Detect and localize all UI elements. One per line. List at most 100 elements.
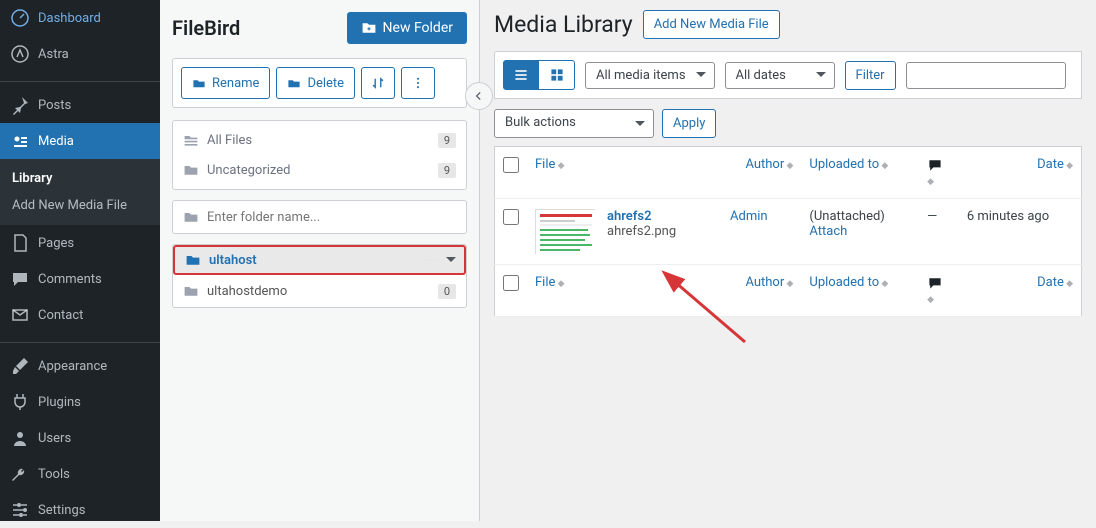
select-all-footer-checkbox[interactable] [503, 275, 519, 291]
sliders-icon [10, 500, 30, 520]
pin-icon [10, 95, 30, 115]
new-folder-button[interactable]: New Folder [347, 12, 467, 44]
label: Tools [38, 467, 70, 482]
apply-button[interactable]: Apply [662, 109, 716, 138]
filter-button[interactable]: Filter [845, 61, 896, 90]
grid-icon [549, 67, 565, 83]
folder-search-input[interactable] [207, 210, 456, 225]
sort-icon [371, 76, 385, 90]
stack-icon [183, 132, 199, 148]
sb-settings[interactable]: Settings [0, 492, 160, 528]
file-name: ahrefs2.png [607, 224, 676, 239]
col-file[interactable]: File [527, 265, 722, 317]
label: Users [38, 431, 71, 446]
bulk-actions-select[interactable]: Bulk actions [494, 109, 654, 138]
astra-icon [10, 44, 30, 64]
user-icon [10, 428, 30, 448]
folder-search-icon [183, 209, 199, 225]
collapse-panel-button[interactable] [465, 82, 493, 110]
folder-search[interactable] [172, 200, 467, 234]
count-badge: 9 [438, 133, 456, 148]
page-title: Media Library [494, 11, 633, 38]
separator [0, 77, 160, 82]
dashboard-icon [10, 8, 30, 28]
sb-library[interactable]: Library [0, 165, 160, 192]
label: Posts [38, 98, 71, 113]
kebab-icon [411, 76, 425, 90]
uncategorized-row[interactable]: Uncategorized9 [173, 155, 466, 185]
folder-plus-icon [361, 20, 377, 36]
delete-button[interactable]: Delete [276, 67, 355, 99]
add-new-media-button[interactable]: Add New Media File [643, 10, 780, 39]
sb-dashboard[interactable]: Dashboard [0, 0, 160, 36]
col-author[interactable]: Author [722, 265, 801, 317]
col-file[interactable]: File [527, 147, 722, 199]
folder-toolbar: Rename Delete [172, 58, 467, 108]
label: Astra [38, 47, 69, 62]
label: Comments [38, 272, 102, 287]
sb-astra[interactable]: Astra [0, 36, 160, 72]
filebird-panel: FileBird New Folder Rename Delete All Fi… [160, 0, 480, 521]
col-comments[interactable] [919, 265, 959, 317]
folder-icon [185, 252, 201, 268]
all-files-row[interactable]: All Files9 [173, 125, 466, 155]
count-badge: 9 [438, 163, 456, 178]
row-checkbox[interactable] [503, 209, 519, 225]
col-comments[interactable] [919, 147, 959, 199]
label: Appearance [38, 359, 107, 374]
sb-media[interactable]: Media [0, 123, 160, 159]
folder-trash-icon [287, 76, 301, 90]
comment-icon [927, 275, 943, 291]
folder-x-icon [183, 162, 199, 178]
media-icon [10, 131, 30, 151]
col-uploaded[interactable]: Uploaded to [801, 147, 919, 199]
list-view-button[interactable] [503, 60, 539, 90]
date-cell: 6 minutes ago [959, 199, 1082, 265]
panel-title: FileBird [172, 16, 240, 40]
folder-ultahost[interactable]: ultahost [173, 245, 466, 275]
folder-ultahostdemo[interactable]: ultahostdemo0 [173, 275, 466, 307]
sb-pages[interactable]: Pages [0, 225, 160, 261]
media-type-select[interactable]: All media items [585, 62, 715, 89]
sb-posts[interactable]: Posts [0, 87, 160, 123]
sb-add-media[interactable]: Add New Media File [0, 192, 160, 219]
col-date[interactable]: Date [959, 147, 1082, 199]
page-icon [10, 233, 30, 253]
wp-admin-sidebar: Dashboard Astra Posts Media Library Add … [0, 0, 160, 521]
thumbnail[interactable] [535, 209, 595, 254]
file-title[interactable]: ahrefs2 [607, 209, 676, 224]
label: Media [38, 134, 74, 149]
comment-icon [10, 269, 30, 289]
author-link[interactable]: Admin [730, 209, 768, 224]
view-toggle [503, 60, 575, 90]
select-all-checkbox[interactable] [503, 157, 519, 173]
sb-comments[interactable]: Comments [0, 261, 160, 297]
uploaded-to: (Unattached) [809, 209, 911, 224]
sb-plugins[interactable]: Plugins [0, 384, 160, 420]
rename-button[interactable]: Rename [181, 67, 270, 99]
col-date[interactable]: Date [959, 265, 1082, 317]
separator [0, 338, 160, 343]
col-author[interactable]: Author [722, 147, 801, 199]
attach-link[interactable]: Attach [809, 224, 911, 239]
col-uploaded[interactable]: Uploaded to [801, 265, 919, 317]
sb-appearance[interactable]: Appearance [0, 348, 160, 384]
kebab-button[interactable] [401, 67, 435, 99]
label: Dashboard [38, 11, 101, 26]
main-content: Media Library Add New Media File All med… [480, 0, 1096, 521]
sb-media-sub: Library Add New Media File [0, 159, 160, 225]
wrench-icon [10, 464, 30, 484]
grid-view-button[interactable] [539, 60, 575, 90]
sb-contact[interactable]: Contact [0, 297, 160, 333]
table-row: ahrefs2 ahrefs2.png Admin (Unattached)At… [495, 199, 1082, 265]
date-select[interactable]: All dates [725, 62, 835, 89]
comments-cell: — [919, 199, 959, 265]
sb-users[interactable]: Users [0, 420, 160, 456]
sort-button[interactable] [361, 67, 395, 99]
label: Contact [38, 308, 83, 323]
sb-tools[interactable]: Tools [0, 456, 160, 492]
label: Plugins [38, 395, 81, 410]
label: Settings [38, 503, 85, 518]
count-badge [424, 259, 436, 261]
media-search-input[interactable] [906, 62, 1066, 89]
